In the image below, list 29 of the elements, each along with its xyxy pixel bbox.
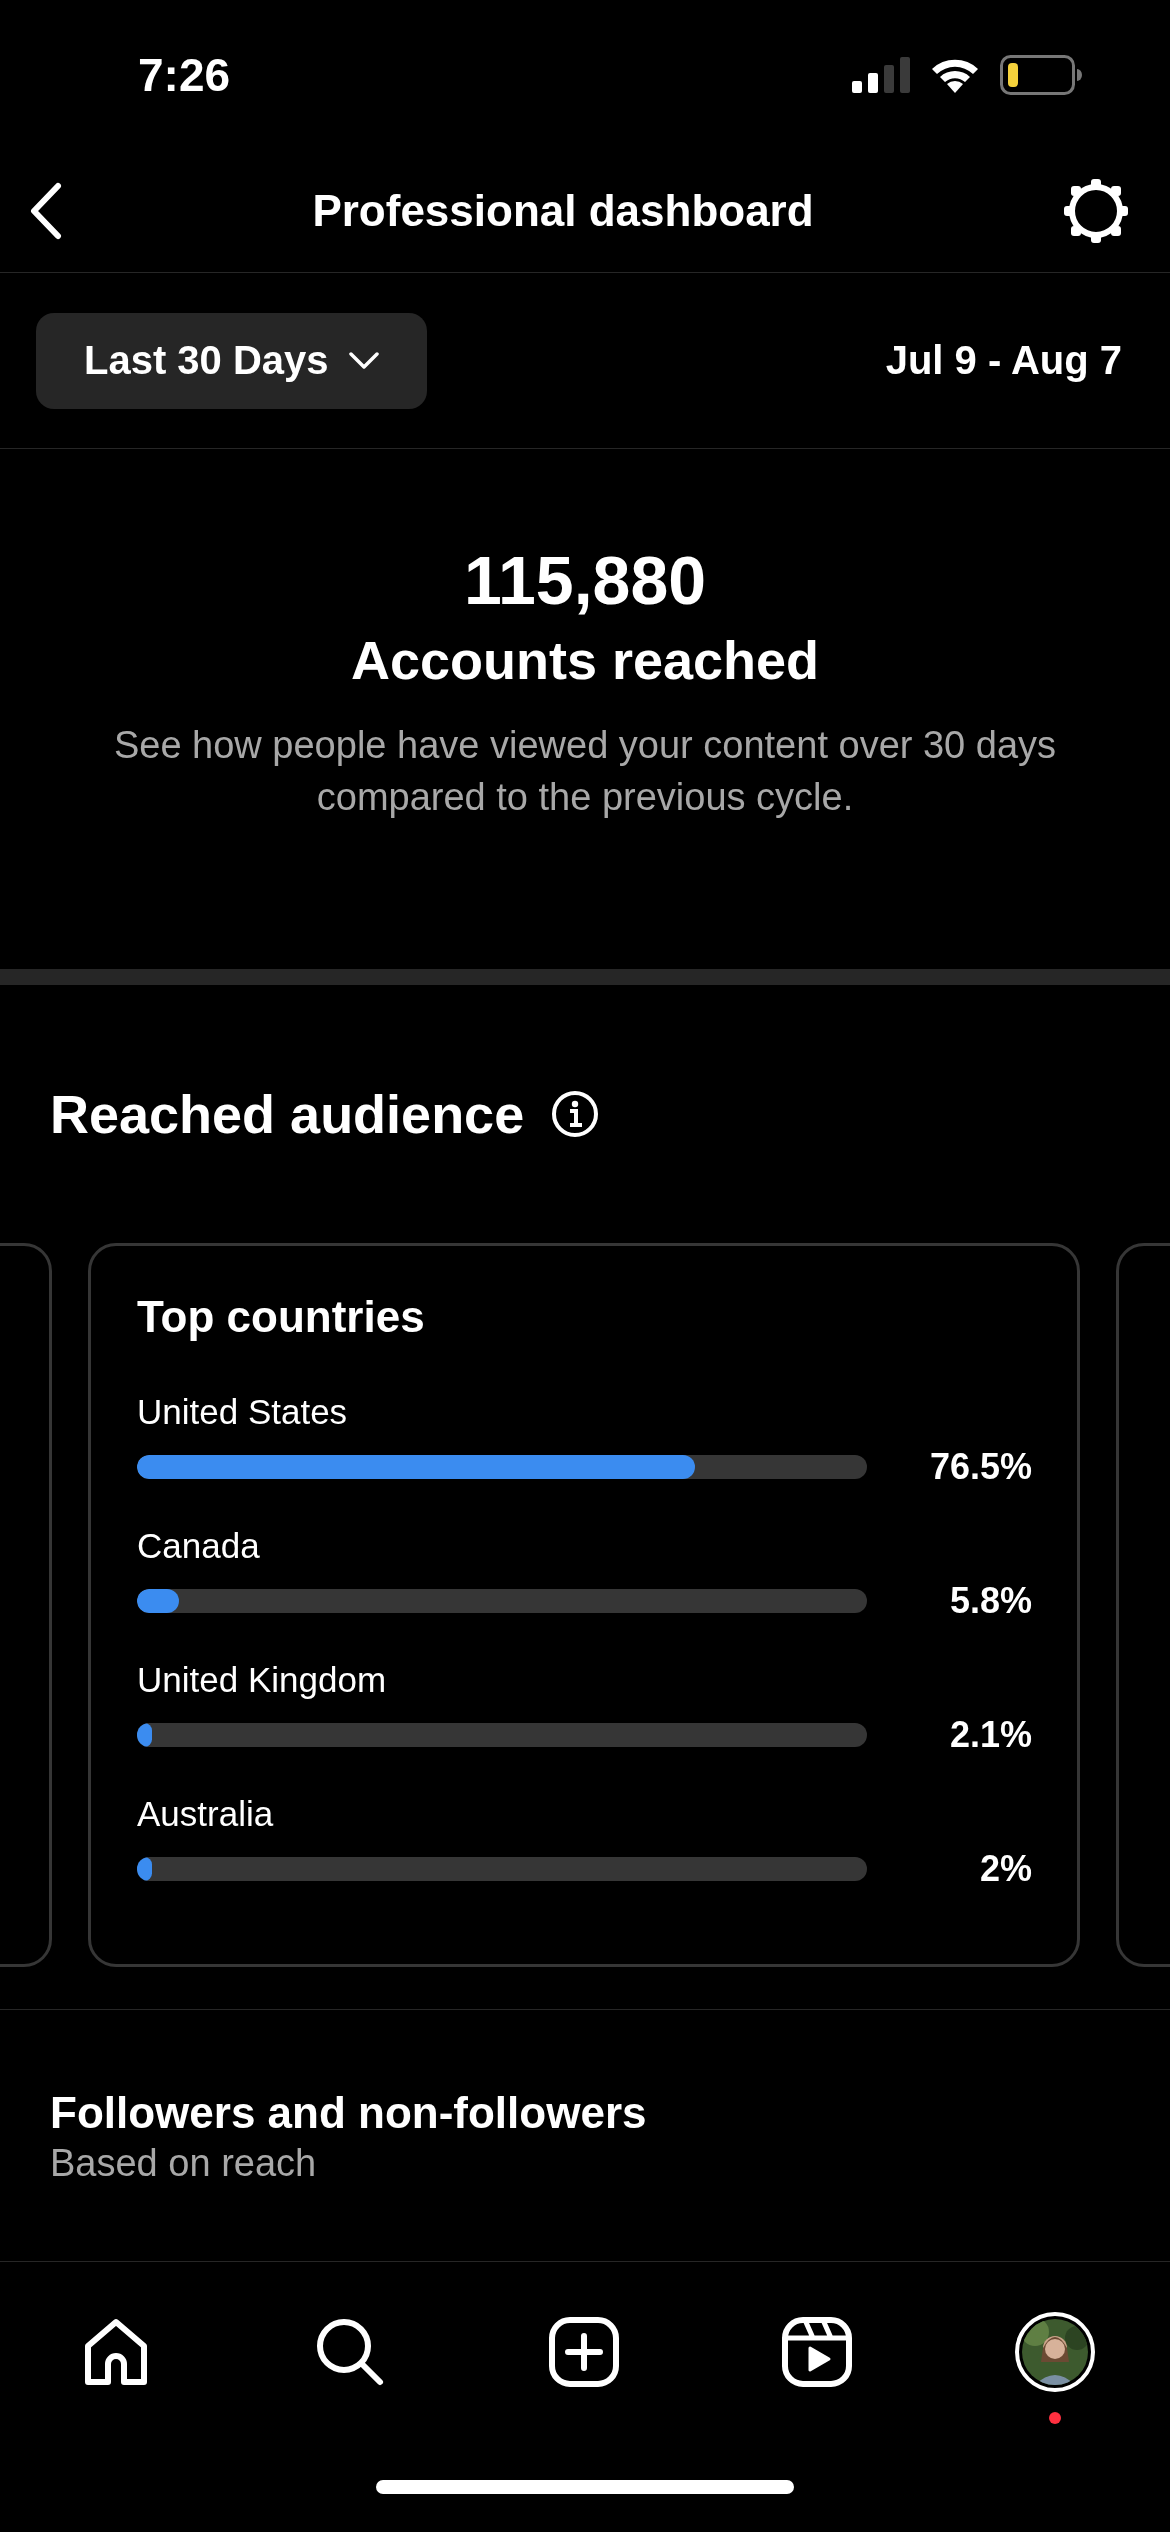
top-countries-card[interactable]: Top countries United States 76.5% Canada 5.8% United Kingdom 2.1% Australia 2% xyxy=(88,1243,1080,1967)
accounts-reached-count: 115,880 xyxy=(463,541,707,619)
country-name: United Kingdom xyxy=(137,1660,388,1700)
status-time: 7:26 xyxy=(138,48,231,102)
settings-icon[interactable] xyxy=(1062,177,1130,245)
date-range-dropdown[interactable]: Last 30 Days xyxy=(36,312,427,409)
signal-icon xyxy=(852,57,910,93)
summary-description: See how people have viewed your content over 30 days compared to the previous cycle. xyxy=(112,723,1058,820)
chevron-down-icon xyxy=(348,351,379,370)
country-name: Canada xyxy=(137,1526,261,1566)
battery-icon xyxy=(1000,55,1082,95)
summary-label: Accounts reached xyxy=(350,629,820,691)
percentage-text: 5.8% xyxy=(949,1580,1032,1622)
country-name: Australia xyxy=(137,1794,275,1834)
percentage-text: 2% xyxy=(979,1848,1032,1890)
percentage-text: 2.1% xyxy=(949,1714,1032,1756)
wifi-icon xyxy=(930,57,980,93)
percentage-text: 76.5% xyxy=(929,1446,1032,1488)
reels-icon[interactable] xyxy=(781,2316,854,2388)
card-title: Top countries xyxy=(137,1292,426,1342)
screen-title: Professional dashboard xyxy=(312,186,814,236)
section-title: Followers and non-followers xyxy=(50,2088,648,2138)
section-title: Reached audience xyxy=(50,1083,525,1145)
info-icon[interactable] xyxy=(550,1089,601,1139)
country-name: United States xyxy=(137,1392,349,1432)
date-range-text: Jul 9 - Aug 7 xyxy=(885,338,1122,383)
back-icon[interactable] xyxy=(28,182,64,240)
create-icon[interactable] xyxy=(547,2316,620,2388)
section-subtitle: Based on reach xyxy=(50,2142,318,2185)
